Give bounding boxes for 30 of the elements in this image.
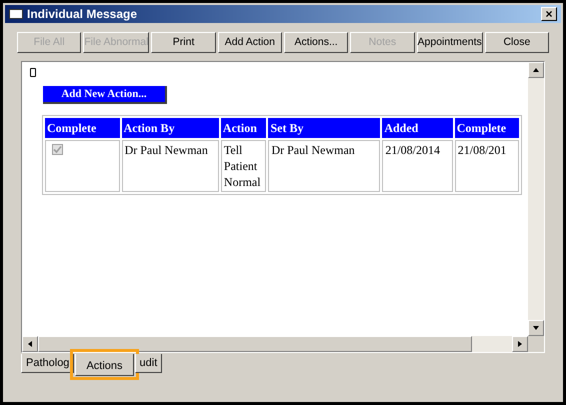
table-cell: Tell Patient Normal: [220, 140, 266, 192]
column-header: Action: [220, 118, 266, 138]
tab[interactable]: udit: [134, 354, 162, 373]
horizontal-scrollbar[interactable]: [22, 336, 528, 352]
table-cell: 21/08/201: [454, 140, 519, 192]
table-cell: 21/08/2014: [382, 140, 453, 192]
table-cell: Dr Paul Newman: [122, 140, 219, 192]
column-header: Complete: [45, 118, 120, 138]
vertical-scrollbar[interactable]: [528, 62, 544, 336]
close-button[interactable]: ×: [541, 7, 557, 21]
scroll-down-icon[interactable]: [532, 325, 540, 331]
column-header: Set By: [268, 118, 380, 138]
column-header: Added: [382, 118, 453, 138]
scroll-left-icon[interactable]: [27, 340, 33, 348]
tab[interactable]: Patholog: [21, 354, 74, 373]
toolbar-button[interactable]: Add Action: [218, 32, 282, 53]
toolbar-button[interactable]: Actions...: [284, 32, 348, 53]
toolbar-button[interactable]: Appointments: [416, 32, 483, 53]
column-header: Action By: [122, 118, 219, 138]
column-header: Complete: [454, 118, 519, 138]
tab[interactable]: Actions: [75, 354, 134, 376]
scroll-right-icon[interactable]: [517, 340, 523, 348]
window-title: Individual Message: [27, 6, 138, 23]
toolbar-button[interactable]: Print: [151, 32, 216, 53]
window-icon: [9, 9, 23, 19]
toolbar-button[interactable]: Close: [484, 32, 550, 53]
scroll-up-icon[interactable]: [532, 67, 540, 73]
add-new-action-button[interactable]: Add New Action...: [43, 86, 167, 104]
placeholder-icon: [30, 68, 36, 77]
table-cell: Dr Paul Newman: [268, 140, 380, 192]
